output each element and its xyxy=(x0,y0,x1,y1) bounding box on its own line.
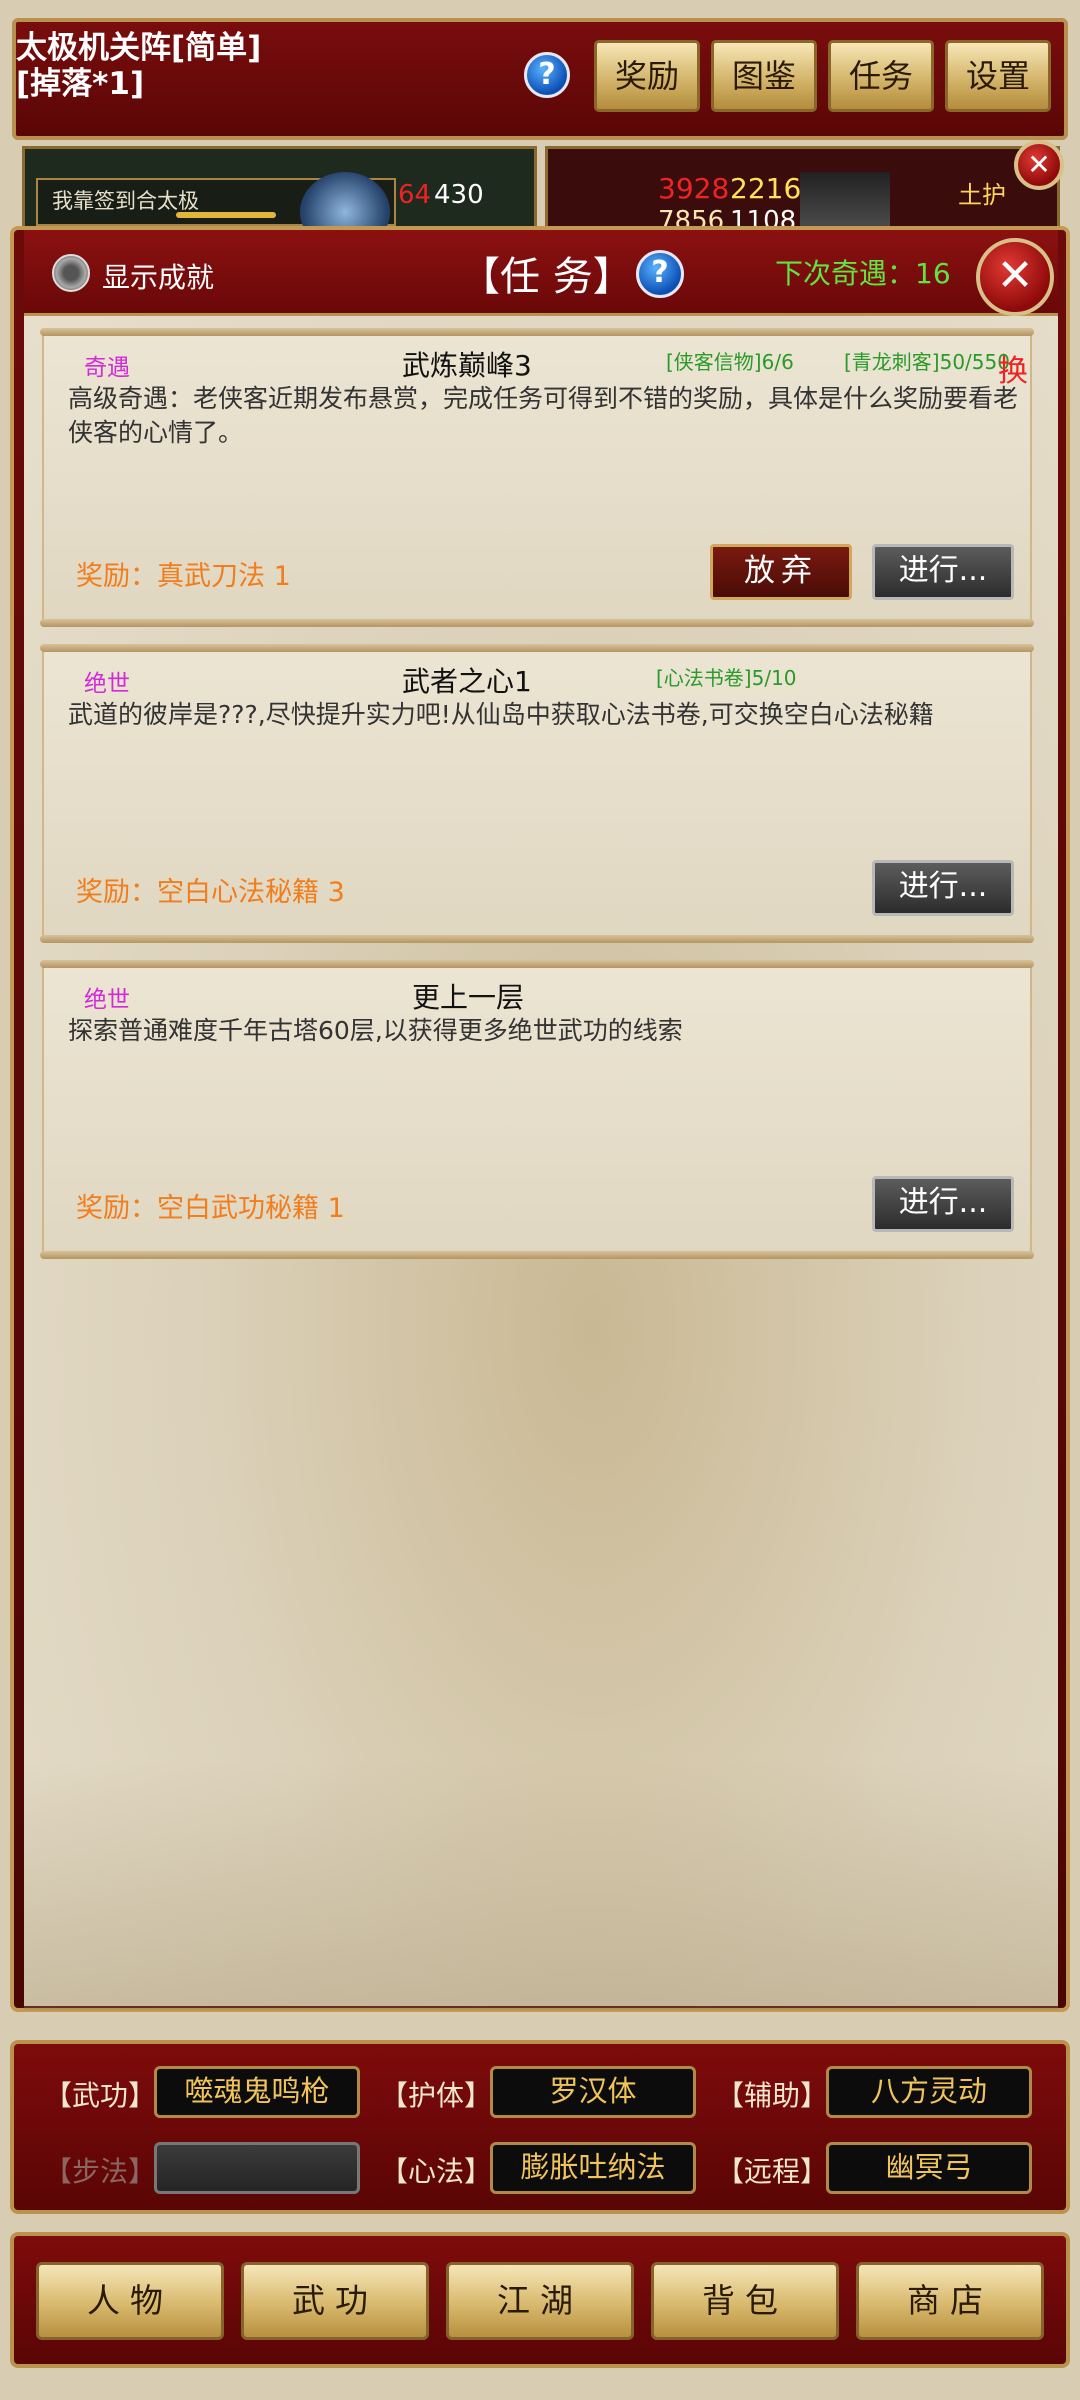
scroll-rod-bottom xyxy=(40,935,1034,943)
hint-number: 430 xyxy=(434,180,484,210)
scroll-rod-top xyxy=(40,644,1034,652)
scroll-rod-bottom xyxy=(40,619,1034,627)
skill-label-mind: 【心法】 xyxy=(380,2155,493,2188)
nav-martial-arts[interactable]: 武功 xyxy=(241,2262,429,2340)
quest-condition: [青龙刺客]50/550 xyxy=(844,350,1010,374)
scroll-rod-bottom xyxy=(40,1251,1034,1259)
help-button[interactable]: ? xyxy=(524,52,570,98)
codex-button[interactable]: 图鉴 xyxy=(711,40,817,112)
quest-description: 武道的彼岸是???,尽快提升实力吧!从仙岛中获取心法书卷,可交换空白心法秘籍 xyxy=(68,700,934,729)
quest-name: 武者之心1 xyxy=(402,665,532,698)
skill-label-body: 【护体】 xyxy=(380,2079,493,2112)
abandon-button[interactable]: 放弃 xyxy=(710,544,852,600)
skill-slot-footwork[interactable] xyxy=(154,2142,360,2194)
reward-item: 空白武功秘籍 1 xyxy=(157,1193,345,1224)
nav-backpack[interactable]: 背包 xyxy=(651,2262,839,2340)
strip-close-icon[interactable]: ✕ xyxy=(1014,140,1064,190)
skill-slot-ranged[interactable]: 幽冥弓 xyxy=(826,2142,1032,2194)
quest-card: 绝世 武者之心1 [心法书卷]5/10 武道的彼岸是???,尽快提升实力吧!从仙… xyxy=(40,644,1034,943)
proceed-button[interactable]: 进行... xyxy=(872,1176,1014,1232)
quest-condition: [心法书卷]5/10 xyxy=(656,666,797,690)
panel-title: 【任 务】 xyxy=(460,254,633,300)
stat-yellow: 2216 xyxy=(730,172,802,205)
hint-number-red: 64 xyxy=(398,180,432,210)
quest-description: 高级奇遇：老侠客近期发布悬赏，完成任务可得到不错的奖励，具体是什么奖励要看老侠客… xyxy=(68,384,1019,447)
reward-label: 奖励： xyxy=(76,877,157,908)
quest-card: 绝世 更上一层 探索普通难度千年古塔60层,以获得更多绝世武功的线索 奖励：空白… xyxy=(40,960,1034,1259)
next-encounter: 下次奇遇：16 xyxy=(775,257,951,290)
skill-label-footwork: 【步法】 xyxy=(44,2155,157,2188)
quest-name: 更上一层 xyxy=(412,981,525,1014)
guard-label: 土护 xyxy=(958,181,1006,209)
quest-card: 奇遇 武炼巅峰3 [侠客信物]6/6 [青龙刺客]50/550 换 高级奇遇：老… xyxy=(40,328,1034,627)
reward-item: 真武刀法 1 xyxy=(157,561,291,592)
skill-label-martial: 【武功】 xyxy=(44,2079,157,2112)
quest-category: 奇遇 xyxy=(84,355,130,381)
quest-reward: 奖励：空白心法秘籍 3 xyxy=(76,870,345,909)
skill-label-ranged: 【远程】 xyxy=(716,2155,829,2188)
show-achievement-label[interactable]: 显示成就 xyxy=(102,256,214,296)
mountain-decoration xyxy=(24,1760,1058,2010)
reward-label: 奖励： xyxy=(76,561,157,592)
show-achievement-toggle[interactable] xyxy=(52,254,90,292)
quest-reward: 奖励：空白武功秘籍 1 xyxy=(76,1186,345,1225)
nav-shop[interactable]: 商店 xyxy=(856,2262,1044,2340)
quest-category: 绝世 xyxy=(84,987,130,1013)
skill-slot-mind[interactable]: 膨胀吐纳法 xyxy=(490,2142,696,2194)
quest-description: 探索普通难度千年古塔60层,以获得更多绝世武功的线索 xyxy=(68,1016,683,1045)
stage-title: 太极机关阵[简单] [掉落*1] xyxy=(16,30,262,102)
skill-label-assist: 【辅助】 xyxy=(716,2079,829,2112)
quest-reward: 奖励：真武刀法 1 xyxy=(76,554,291,593)
skill-slot-body[interactable]: 罗汉体 xyxy=(490,2066,696,2118)
reward-label: 奖励： xyxy=(76,1193,157,1224)
panel-close-icon[interactable]: ✕ xyxy=(976,238,1054,316)
nav-jianghu[interactable]: 江湖 xyxy=(446,2262,634,2340)
reward-button[interactable]: 奖励 xyxy=(594,40,700,112)
panel-help-button[interactable]: ? xyxy=(636,250,684,298)
quest-button[interactable]: 任务 xyxy=(828,40,934,112)
quest-name: 武炼巅峰3 xyxy=(402,349,532,382)
nav-character[interactable]: 人物 xyxy=(36,2262,224,2340)
reward-item: 空白心法秘籍 3 xyxy=(157,877,345,908)
hint-progress-bar xyxy=(176,212,276,218)
proceed-button[interactable]: 进行... xyxy=(872,544,1014,600)
quest-condition: [侠客信物]6/6 xyxy=(666,350,794,374)
proceed-button[interactable]: 进行... xyxy=(872,860,1014,916)
settings-button[interactable]: 设置 xyxy=(945,40,1051,112)
scroll-rod-top xyxy=(40,960,1034,968)
scroll-rod-top xyxy=(40,328,1034,336)
skill-slot-assist[interactable]: 八方灵动 xyxy=(826,2066,1032,2118)
quest-category: 绝世 xyxy=(84,671,130,697)
stat-red: 3928 xyxy=(658,172,730,205)
skill-slot-martial[interactable]: 噬魂鬼鸣枪 xyxy=(154,2066,360,2118)
